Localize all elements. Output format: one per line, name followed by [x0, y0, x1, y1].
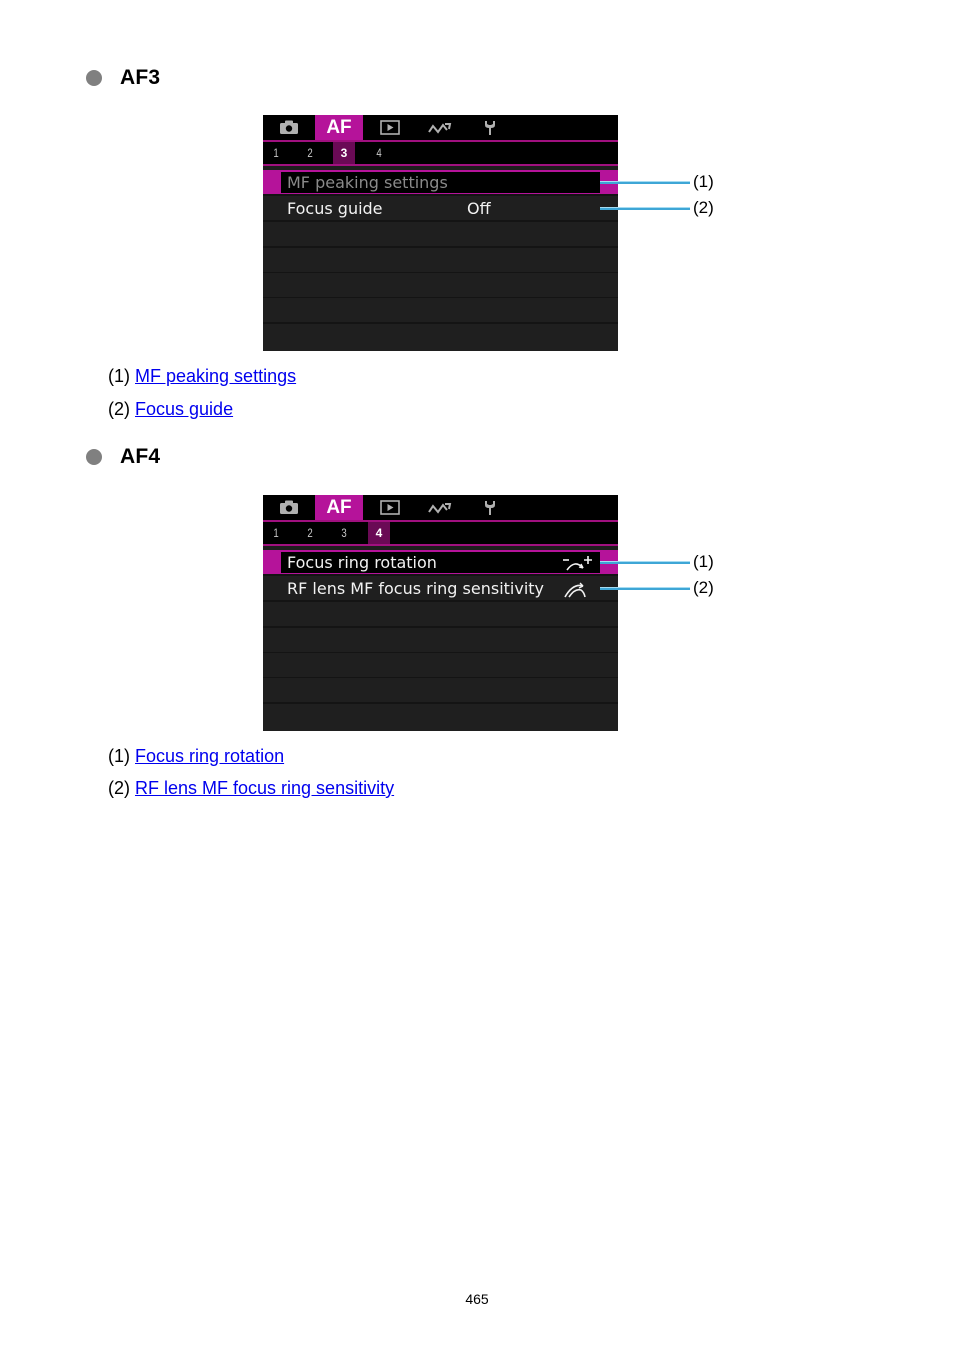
link-focus-ring-rotation[interactable]: Focus ring rotation	[135, 746, 284, 766]
subtab-1[interactable]: 1	[267, 142, 285, 164]
reference-item-2: (2) RF lens MF focus ring sensitivity	[108, 777, 394, 799]
tab-af-label: AF	[326, 116, 352, 138]
row-value: Off	[467, 199, 491, 218]
link-focus-guide[interactable]: Focus guide	[135, 399, 233, 419]
callout-label-2: (2)	[693, 578, 714, 597]
callout-line-1	[600, 181, 690, 184]
section-title: AF4	[120, 445, 161, 468]
link-mf-peaking-settings[interactable]: MF peaking settings	[135, 366, 296, 386]
subtab-1[interactable]: 1	[267, 522, 285, 544]
menu-tab-bar: AF	[263, 495, 618, 522]
playback-icon	[380, 500, 400, 515]
reference-item-2: (2) Focus guide	[108, 398, 233, 420]
menu-row-focus-guide[interactable]: Focus guide Off	[263, 196, 618, 222]
reference-item-1: (1) Focus ring rotation	[108, 745, 284, 767]
section-title: AF3	[120, 66, 161, 89]
menu-row-empty	[263, 273, 618, 299]
wrench-icon	[485, 120, 495, 135]
tab-wireless[interactable]	[425, 495, 455, 520]
tab-playback[interactable]	[375, 495, 405, 520]
callout-label-2: (2)	[693, 198, 714, 217]
section-heading-af3: AF3	[86, 66, 160, 90]
reference-number: (2)	[108, 399, 130, 419]
menu-row-mf-peaking-settings[interactable]: MF peaking settings	[263, 170, 618, 196]
tab-wireless[interactable]	[425, 115, 455, 140]
camera-icon	[280, 120, 298, 134]
page-number: 465	[465, 1291, 489, 1307]
reference-item-1: (1) MF peaking settings	[108, 365, 296, 387]
link-rf-lens-mf-focus-ring-sensitivity[interactable]: RF lens MF focus ring sensitivity	[135, 778, 394, 798]
row-body: Focus guide Off	[281, 198, 600, 219]
menu-row-empty	[263, 248, 618, 274]
menu-row-empty	[263, 298, 618, 324]
menu-row-empty	[263, 678, 618, 704]
subtab-4[interactable]: 4	[368, 522, 390, 544]
menu-subtab-bar: 1 2 3 4	[263, 522, 618, 546]
row-label: MF peaking settings	[287, 173, 448, 192]
camera-menu-screen-af4: AF 1 2 3 4 Focus ring rotation RF lens M…	[263, 495, 618, 731]
tab-playback[interactable]	[375, 115, 405, 140]
bullet-icon	[86, 449, 102, 465]
row-body: RF lens MF focus ring sensitivity	[281, 578, 600, 599]
reference-number: (1)	[108, 746, 130, 766]
tab-setup[interactable]	[475, 115, 505, 140]
tab-shooting[interactable]	[273, 495, 305, 520]
callout-line-2	[600, 587, 690, 590]
camera-icon	[280, 500, 298, 514]
menu-row-empty	[263, 602, 618, 628]
ring-sensitivity-icon	[564, 582, 586, 598]
focus-ring-direction-icon	[563, 556, 592, 571]
callout-label-1: (1)	[693, 172, 714, 191]
camera-menu-screen-af3: AF 1 2 3 4 MF peaking settings Focus gui…	[263, 115, 618, 351]
callout-label-1: (1)	[693, 552, 714, 571]
reference-number: (1)	[108, 366, 130, 386]
row-highlight: MF peaking settings	[281, 172, 600, 193]
menu-row-empty	[263, 704, 618, 731]
subtab-3[interactable]: 3	[333, 142, 355, 164]
row-label: Focus ring rotation	[287, 553, 437, 572]
subtab-2[interactable]: 2	[301, 142, 319, 164]
row-highlight: Focus ring rotation	[281, 552, 600, 573]
tab-af[interactable]: AF	[315, 495, 363, 520]
menu-subtab-bar: 1 2 3 4	[263, 142, 618, 166]
tab-af-label: AF	[326, 496, 352, 518]
subtab-4[interactable]: 4	[370, 142, 388, 164]
reference-number: (2)	[108, 778, 130, 798]
tab-shooting[interactable]	[273, 115, 305, 140]
callout-line-2	[600, 207, 690, 210]
subtab-2[interactable]: 2	[301, 522, 319, 544]
row-label: Focus guide	[287, 199, 383, 218]
tab-setup[interactable]	[475, 495, 505, 520]
menu-row-focus-ring-rotation[interactable]: Focus ring rotation	[263, 550, 618, 576]
menu-row-empty	[263, 628, 618, 654]
wireless-icon	[428, 502, 452, 514]
bullet-icon	[86, 70, 102, 86]
menu-row-empty	[263, 222, 618, 248]
callout-line-1	[600, 561, 690, 564]
menu-row-rf-lens-mf-focus-ring-sensitivity[interactable]: RF lens MF focus ring sensitivity	[263, 576, 618, 602]
menu-row-empty	[263, 324, 618, 351]
menu-tab-bar: AF	[263, 115, 618, 142]
section-heading-af4: AF4	[86, 445, 160, 469]
row-label: RF lens MF focus ring sensitivity	[287, 579, 545, 598]
menu-row-empty	[263, 653, 618, 679]
wireless-icon	[428, 122, 452, 134]
subtab-3[interactable]: 3	[335, 522, 353, 544]
playback-icon	[380, 120, 400, 135]
tab-af[interactable]: AF	[315, 115, 363, 140]
wrench-icon	[485, 500, 495, 515]
